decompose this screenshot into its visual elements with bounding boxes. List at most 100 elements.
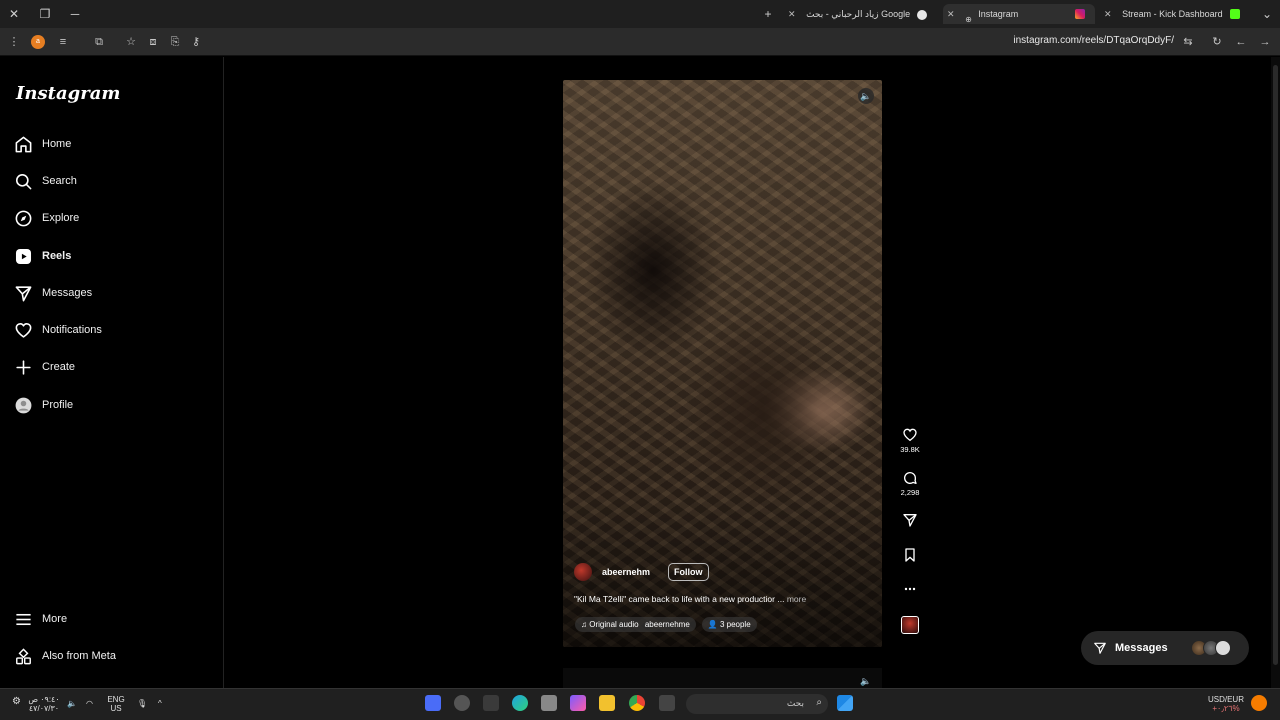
nav-notifications[interactable]: Notifications — [14, 317, 102, 343]
tagged-people-pill[interactable]: 👤 3 people — [701, 617, 757, 632]
reading-list-icon[interactable]: ≡ — [55, 34, 71, 50]
share-button[interactable] — [897, 512, 923, 528]
app-icon-window[interactable] — [659, 695, 675, 711]
people-label: 3 people — [719, 620, 751, 629]
taskbar-search[interactable]: بحث ⌕ — [686, 694, 828, 714]
password-key-icon[interactable]: ⚷ — [188, 34, 204, 50]
app-icon-3d[interactable] — [541, 695, 557, 711]
language-indicator[interactable]: ENG US — [106, 695, 126, 713]
tab-search-chevron-icon[interactable]: ⌄ — [1259, 6, 1275, 22]
new-tab-icon[interactable]: + — [760, 6, 776, 22]
wifi-icon[interactable]: ◠ — [86, 699, 93, 708]
app-icon-edge[interactable] — [512, 695, 528, 711]
tab-close-icon[interactable]: ✕ — [788, 4, 796, 24]
more-options-button[interactable] — [897, 581, 923, 597]
stock-widget[interactable]: USD/EUR +٠٫٢٦% — [1206, 695, 1246, 713]
reel-username[interactable]: abeernehm — [602, 567, 650, 577]
bookmark-icon — [905, 548, 915, 562]
caption-more-link[interactable]: more — [787, 594, 806, 604]
chevron-up-icon[interactable]: ^ — [158, 699, 162, 708]
messages-pill[interactable]: Messages — [1081, 631, 1249, 665]
nav-messages[interactable]: Messages — [14, 280, 92, 306]
close-window-icon[interactable]: ✕ — [6, 6, 22, 22]
app-icon-file-explorer[interactable] — [599, 695, 615, 711]
music-note-icon: ♫ — [581, 620, 590, 629]
profile-avatar-icon[interactable]: a — [31, 35, 45, 49]
next-reel-video[interactable] — [563, 668, 882, 688]
translate-icon[interactable]: ⧈ — [145, 34, 161, 50]
reload-icon[interactable]: ↻ — [1209, 34, 1225, 50]
app-icon-store[interactable] — [483, 695, 499, 711]
tab-instagram[interactable]: ✕ ⊕ Instagram — [943, 4, 1095, 24]
weather-icon[interactable] — [1251, 695, 1267, 711]
tab-close-icon[interactable]: ✕ — [947, 4, 955, 24]
reel-caption: "Kil Ma T2elli" came back to life with a… — [574, 594, 806, 604]
like-button[interactable]: 39.8K — [897, 427, 923, 454]
forward-arrow-icon[interactable]: → — [1257, 34, 1273, 50]
original-audio-pill[interactable]: ♫ Original audio abeernehme — [575, 617, 696, 632]
nav-reels[interactable]: Reels — [14, 243, 71, 269]
app-icon-copilot-2[interactable] — [570, 695, 586, 711]
back-arrow-icon[interactable]: ← — [1233, 34, 1249, 50]
tab-close-icon[interactable]: ✕ — [1104, 4, 1112, 24]
caption-text: "Kil Ma T2elli" came back to life with a… — [574, 594, 785, 604]
restore-window-icon[interactable]: ❐ — [37, 6, 53, 22]
audio-thumbnail[interactable] — [901, 616, 919, 634]
kick-icon — [1230, 9, 1240, 19]
follow-button[interactable]: Follow — [668, 563, 709, 581]
reels-icon — [15, 248, 32, 264]
send-icon — [15, 285, 32, 301]
send-icon — [1094, 642, 1106, 654]
avatar — [15, 397, 32, 413]
menu-kebab-icon[interactable]: ⋮ — [6, 34, 22, 50]
instagram-logo[interactable]: Instagram — [16, 83, 120, 104]
heart-icon — [15, 322, 32, 338]
meta-icon — [16, 647, 31, 664]
reel-audio-row: ♫ Original audio abeernehme 👤 3 people — [575, 617, 757, 632]
ticker-value: +٠٫٢٦% — [1212, 704, 1240, 713]
extensions-icon[interactable]: ⧉ — [91, 34, 107, 50]
audio-label: Original audio — [589, 620, 639, 629]
nav-more[interactable]: More — [14, 606, 67, 632]
bookmark-star-icon[interactable]: ☆ — [123, 34, 139, 50]
nav-also-from-meta[interactable]: Also from Meta — [14, 643, 116, 669]
site-settings-icon[interactable]: ⇆ — [1180, 34, 1196, 50]
nav-profile[interactable]: Profile — [14, 392, 73, 418]
nav-label: More — [42, 613, 68, 625]
clock[interactable]: ٠٩:٤٠ ص ٤٧/٠٧/٣٠ — [26, 695, 62, 713]
gear-icon[interactable]: ⚙ — [12, 697, 21, 707]
nav-explore[interactable]: Explore — [14, 205, 79, 231]
instagram-sidebar: Instagram Home Search Explore Reels Mess… — [0, 57, 224, 688]
cast-icon[interactable]: ⎘ — [167, 34, 183, 50]
ellipsis-icon — [904, 587, 916, 591]
nav-label: Profile — [42, 399, 74, 411]
app-icon-chrome[interactable] — [629, 695, 645, 711]
nav-home[interactable]: Home — [14, 131, 71, 157]
page-scrollbar[interactable] — [1271, 57, 1280, 688]
save-button[interactable] — [897, 547, 923, 563]
nav-create[interactable]: Create — [14, 354, 75, 380]
minimize-window-icon[interactable]: ─ — [67, 6, 83, 22]
reel-author-avatar[interactable] — [574, 563, 592, 581]
instagram-icon — [1075, 9, 1085, 19]
app-icon-copilot[interactable] — [425, 695, 441, 711]
nav-label: Messages — [42, 287, 93, 299]
address-bar-url[interactable]: instagram.com/reels/DTqaOrqDdyF/ — [1013, 35, 1174, 46]
scrollbar-thumb[interactable] — [1273, 65, 1278, 665]
comment-button[interactable]: 2,298 — [897, 470, 923, 497]
speaker-icon[interactable]: 🔈 — [67, 699, 77, 708]
send-icon — [903, 514, 917, 527]
app-icon-clock[interactable] — [454, 695, 470, 711]
nav-label: Notifications — [42, 324, 102, 336]
volume-icon[interactable]: 🔈 — [858, 88, 874, 104]
lang-region: US — [110, 704, 122, 713]
tab-kick-dashboard[interactable]: ✕ Stream - Kick Dashboard — [1100, 4, 1250, 24]
nav-search[interactable]: Search — [14, 168, 77, 194]
volume-icon[interactable]: 🔈 — [858, 676, 874, 688]
microphone-icon[interactable]: 🎙 — [137, 699, 147, 708]
nav-label: Search — [42, 175, 77, 187]
tab-google-search[interactable]: ✕ زياد الرحباني - بحث Google — [788, 4, 936, 24]
link-icon: ⊕ — [965, 14, 972, 24]
tab-label: Stream - Kick Dashboard — [1122, 9, 1223, 19]
windows-start-icon[interactable] — [837, 695, 853, 711]
